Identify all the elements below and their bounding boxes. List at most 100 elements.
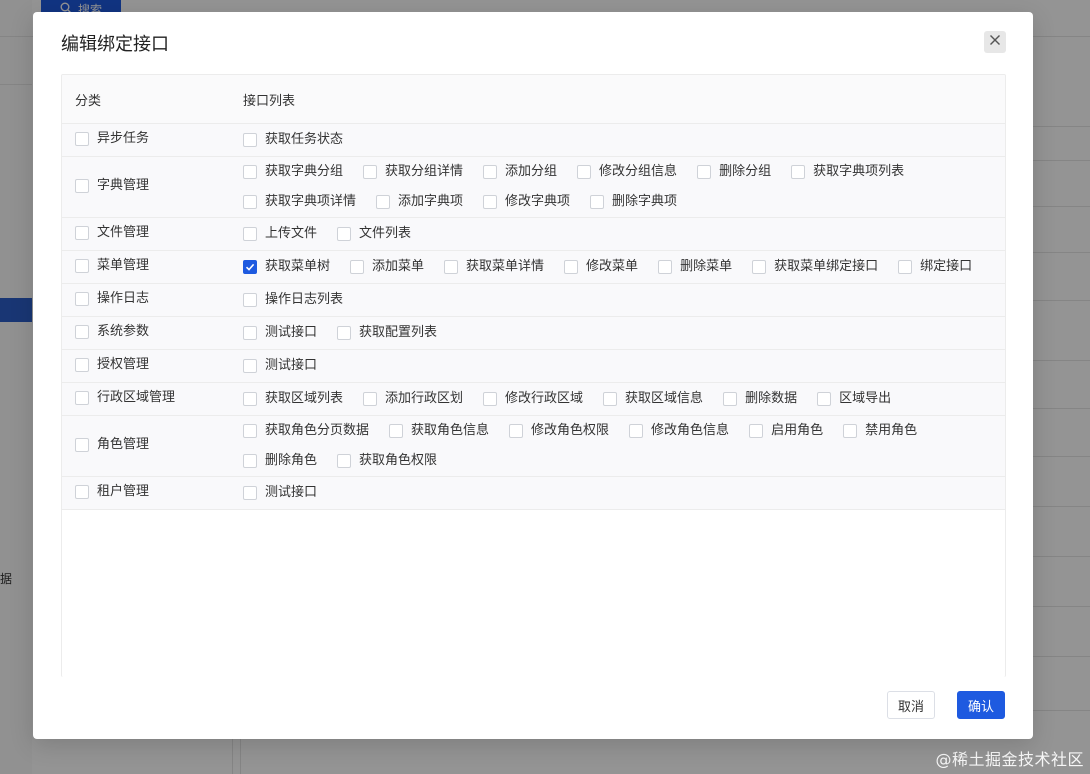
api-checkbox[interactable]: 禁用角色: [843, 422, 917, 440]
api-checkbox[interactable]: 删除字典项: [590, 193, 677, 211]
api-checkbox[interactable]: 获取菜单详情: [444, 258, 544, 276]
api-checkbox[interactable]: 获取字典项详情: [243, 193, 356, 211]
checkbox[interactable]: [376, 195, 391, 209]
api-checkbox[interactable]: 获取角色分页数据: [243, 422, 369, 440]
checkbox[interactable]: [243, 454, 257, 468]
checkbox[interactable]: [791, 165, 806, 179]
checkbox[interactable]: [243, 195, 257, 209]
api-checkbox[interactable]: 绑定接口: [898, 258, 972, 276]
category-checkbox[interactable]: 字典管理: [75, 177, 149, 195]
checkbox[interactable]: [389, 424, 404, 438]
checkbox-checked[interactable]: [243, 260, 257, 274]
api-checkbox[interactable]: 获取任务状态: [243, 131, 343, 149]
api-checkbox[interactable]: 修改分组信息: [577, 163, 677, 181]
checkbox[interactable]: [337, 326, 352, 340]
api-checkbox[interactable]: 删除角色: [243, 452, 317, 470]
api-checkbox[interactable]: 获取区域列表: [243, 390, 343, 408]
checkbox[interactable]: [898, 260, 913, 274]
category-checkbox[interactable]: 授权管理: [75, 356, 149, 374]
checkbox[interactable]: [363, 165, 378, 179]
api-checkbox[interactable]: 获取角色信息: [389, 422, 489, 440]
api-checkbox[interactable]: 添加分组: [483, 163, 557, 181]
api-checkbox[interactable]: 上传文件: [243, 225, 317, 243]
checkbox[interactable]: [577, 165, 592, 179]
api-binding-table[interactable]: 分类 接口列表 异步任务 获取任务状态 字典管理 获取字典分组 获取分组详情 添加分组 修改…: [61, 74, 1006, 677]
category-checkbox[interactable]: 文件管理: [75, 224, 149, 242]
checkbox[interactable]: [243, 293, 257, 307]
category-checkbox[interactable]: 菜单管理: [75, 257, 149, 275]
checkbox[interactable]: [752, 260, 767, 274]
cancel-button[interactable]: 取消: [887, 691, 935, 719]
api-checkbox[interactable]: 获取菜单绑定接口: [752, 258, 878, 276]
checkbox[interactable]: [337, 454, 352, 468]
checkbox[interactable]: [590, 195, 605, 209]
api-checkbox[interactable]: 操作日志列表: [243, 291, 343, 309]
checkbox[interactable]: [75, 358, 89, 372]
checkbox[interactable]: [723, 392, 738, 406]
checkbox[interactable]: [350, 260, 365, 274]
api-checkbox[interactable]: 获取区域信息: [603, 390, 703, 408]
checkbox[interactable]: [483, 392, 498, 406]
checkbox[interactable]: [243, 424, 257, 438]
checkbox[interactable]: [483, 195, 498, 209]
confirm-button[interactable]: 确认: [957, 691, 1005, 719]
checkbox[interactable]: [749, 424, 764, 438]
checkbox[interactable]: [658, 260, 673, 274]
checkbox[interactable]: [243, 133, 257, 147]
api-checkbox[interactable]: 启用角色: [749, 422, 823, 440]
api-checkbox[interactable]: 添加行政区划: [363, 390, 463, 408]
checkbox[interactable]: [363, 392, 378, 406]
checkbox[interactable]: [75, 438, 89, 452]
checkbox[interactable]: [337, 227, 352, 241]
checkbox[interactable]: [603, 392, 618, 406]
checkbox[interactable]: [75, 226, 89, 240]
checkbox[interactable]: [243, 359, 257, 373]
category-checkbox[interactable]: 操作日志: [75, 290, 149, 308]
checkbox[interactable]: [75, 292, 89, 306]
api-checkbox[interactable]: 测试接口: [243, 357, 317, 375]
api-checkbox[interactable]: 获取字典分组: [243, 163, 343, 181]
api-checkbox[interactable]: 获取角色权限: [337, 452, 437, 470]
checkbox[interactable]: [444, 260, 459, 274]
category-checkbox[interactable]: 租户管理: [75, 483, 149, 501]
checkbox[interactable]: [843, 424, 858, 438]
api-checkbox[interactable]: 区域导出: [817, 390, 891, 408]
api-checkbox[interactable]: 修改字典项: [483, 193, 570, 211]
checkbox[interactable]: [75, 179, 89, 193]
api-checkbox[interactable]: 测试接口: [243, 324, 317, 342]
checkbox[interactable]: [243, 392, 257, 406]
api-checkbox[interactable]: 获取菜单树: [243, 258, 330, 276]
api-checkbox[interactable]: 删除分组: [697, 163, 771, 181]
api-checkbox[interactable]: 删除菜单: [658, 258, 732, 276]
checkbox[interactable]: [75, 259, 89, 273]
checkbox[interactable]: [509, 424, 524, 438]
checkbox[interactable]: [697, 165, 712, 179]
category-checkbox[interactable]: 系统参数: [75, 323, 149, 341]
checkbox[interactable]: [75, 485, 89, 499]
checkbox[interactable]: [629, 424, 644, 438]
api-checkbox[interactable]: 测试接口: [243, 484, 317, 502]
checkbox[interactable]: [483, 165, 498, 179]
checkbox[interactable]: [75, 391, 89, 405]
api-checkbox[interactable]: 添加菜单: [350, 258, 424, 276]
checkbox[interactable]: [243, 326, 257, 340]
api-checkbox[interactable]: 修改角色信息: [629, 422, 729, 440]
api-checkbox[interactable]: 获取字典项列表: [791, 163, 904, 181]
api-checkbox[interactable]: 删除数据: [723, 390, 797, 408]
api-checkbox[interactable]: 修改行政区域: [483, 390, 583, 408]
api-checkbox[interactable]: 修改菜单: [564, 258, 638, 276]
api-checkbox[interactable]: 获取分组详情: [363, 163, 463, 181]
api-checkbox[interactable]: 文件列表: [337, 225, 411, 243]
checkbox[interactable]: [243, 165, 257, 179]
category-checkbox[interactable]: 异步任务: [75, 130, 149, 148]
close-button[interactable]: [984, 31, 1006, 53]
api-checkbox[interactable]: 添加字典项: [376, 193, 463, 211]
checkbox[interactable]: [817, 392, 832, 406]
category-checkbox[interactable]: 行政区域管理: [75, 389, 175, 407]
category-checkbox[interactable]: 角色管理: [75, 436, 149, 454]
checkbox[interactable]: [75, 325, 89, 339]
api-checkbox[interactable]: 修改角色权限: [509, 422, 609, 440]
checkbox[interactable]: [243, 227, 257, 241]
checkbox[interactable]: [564, 260, 579, 274]
api-checkbox[interactable]: 获取配置列表: [337, 324, 437, 342]
